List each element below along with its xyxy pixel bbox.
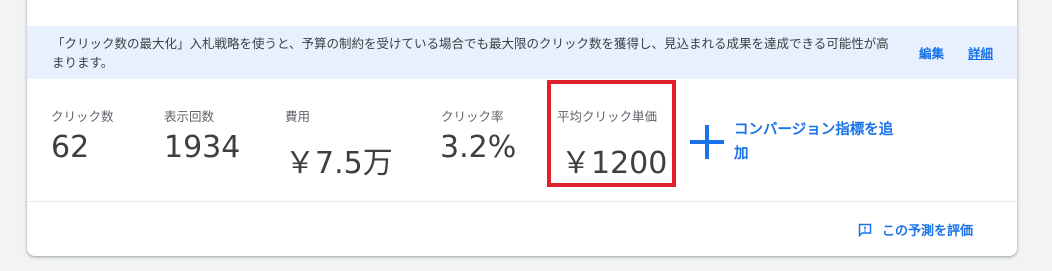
metric-label-impressions: 表示回数 xyxy=(164,109,215,124)
banner-text: 「クリック数の最大化」入札戦略を使うと、予算の制約を受けている場合でも最大限のク… xyxy=(52,36,889,70)
add-conversion-metric-button[interactable]: コンバージョン指標を追加 xyxy=(690,118,894,166)
info-banner: 「クリック数の最大化」入札戦略を使うと、予算の制約を受けている場合でも最大限のク… xyxy=(27,26,1017,79)
metric-value-clicks: 62 xyxy=(51,130,90,165)
metric-value-cost: ￥7.5万 xyxy=(285,146,393,181)
feedback-icon xyxy=(858,223,872,237)
details-link[interactable]: 詳細 xyxy=(968,43,993,62)
highlight-box xyxy=(547,80,676,187)
add-conversion-label: コンバージョン指標を追加 xyxy=(734,122,894,162)
forecast-card: 「クリック数の最大化」入札戦略を使うと、予算の制約を受けている場合でも最大限のク… xyxy=(27,0,1017,256)
metric-value-ctr: 3.2% xyxy=(440,130,517,165)
edit-link[interactable]: 編集 xyxy=(919,43,944,62)
metric-label-ctr: クリック率 xyxy=(441,109,504,124)
rate-forecast-button[interactable]: この予測を評価 xyxy=(858,220,973,239)
metric-label-cost: 費用 xyxy=(285,109,311,124)
plus-icon xyxy=(690,125,724,159)
metric-label-clicks: クリック数 xyxy=(51,109,114,124)
rate-forecast-label: この予測を評価 xyxy=(882,224,974,239)
metric-value-impressions: 1934 xyxy=(164,130,241,165)
divider xyxy=(27,201,1017,202)
